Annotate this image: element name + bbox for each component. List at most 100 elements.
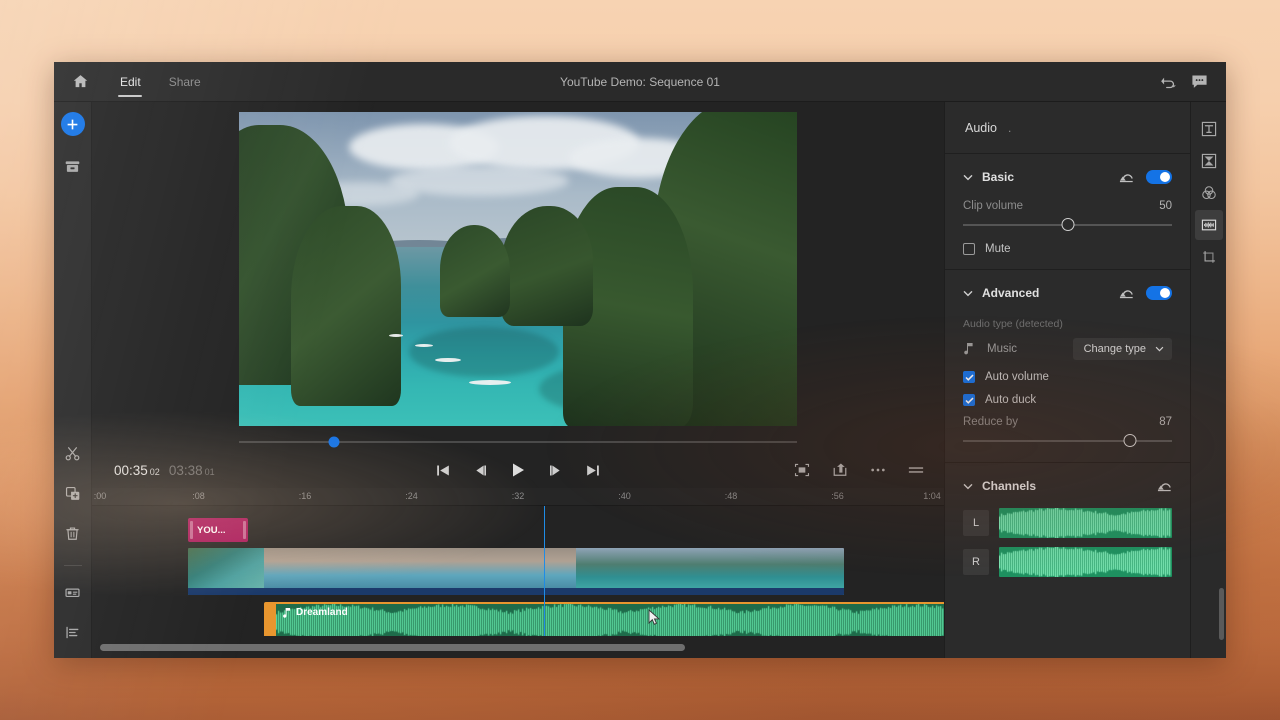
go-to-start-button[interactable] [436, 464, 451, 477]
clip-volume-label: Clip volume [963, 200, 1023, 212]
timeline-scrollbar-thumb[interactable] [100, 644, 685, 651]
channel-left-badge: L [963, 510, 989, 536]
ruler-tick: :00 [94, 491, 107, 501]
advanced-section-header[interactable]: Advanced [945, 280, 1190, 306]
title-bar: Edit Share YouTube Demo: Sequence 01 [54, 62, 1226, 102]
timecode-display: 00:3502 03:3801 [108, 463, 215, 478]
channels-section-header[interactable]: Channels [945, 473, 1190, 499]
clip-volume-slider[interactable] [963, 218, 1172, 232]
scrubber-track[interactable] [239, 441, 797, 443]
add-media-icon[interactable] [61, 112, 85, 136]
video-track-clip[interactable] [188, 548, 844, 595]
tab-edit[interactable]: Edit [106, 62, 155, 102]
mute-label: Mute [985, 243, 1011, 255]
scissors-icon[interactable] [58, 439, 88, 467]
reduce-by-slider[interactable] [963, 434, 1172, 448]
timeline-ruler[interactable]: :00:08:16:24:32:40:48:561:04 [92, 488, 944, 506]
reduce-by-label: Reduce by [963, 416, 1018, 428]
scrubber-handle[interactable] [328, 437, 339, 448]
auto-duck-label: Auto duck [985, 394, 1036, 406]
premiere-rush-window: Edit Share YouTube Demo: Sequence 01 [54, 62, 1226, 658]
change-type-dropdown[interactable]: Change type [1073, 338, 1172, 360]
step-forward-button[interactable] [549, 464, 564, 477]
video-thumbnail [576, 548, 654, 595]
channel-left-row[interactable]: L [945, 508, 1190, 538]
tab-edit-label: Edit [120, 75, 141, 89]
playhead[interactable] [544, 506, 545, 636]
comment-icon[interactable] [1191, 74, 1208, 89]
audio-clip-name: Dreamland [296, 607, 348, 618]
tab-share[interactable]: Share [155, 62, 215, 102]
chevron-down-icon [1155, 346, 1164, 352]
basic-toggle[interactable] [1146, 170, 1172, 184]
chevron-down-icon[interactable] [963, 174, 973, 181]
audio-clip-label-group: Dreamland [282, 607, 348, 618]
mute-row[interactable]: Mute [945, 243, 1190, 255]
timeline-tracks[interactable]: YOU... Dreamland [92, 506, 944, 636]
mute-checkbox[interactable] [963, 243, 975, 255]
auto-duck-row[interactable]: Auto duck [945, 394, 1190, 406]
limestone-cliff [291, 206, 401, 406]
duplicate-icon[interactable] [58, 479, 88, 507]
transport-bar: 00:3502 03:3801 [92, 452, 944, 488]
preview-area [92, 102, 944, 432]
transitions-icon[interactable] [1195, 146, 1223, 176]
align-icon[interactable] [58, 618, 88, 646]
timeline-scrollbar-track[interactable] [100, 644, 936, 651]
ruler-tick: 1:04 [923, 491, 941, 501]
chevron-down-icon[interactable] [963, 483, 973, 490]
channel-right-row[interactable]: R [945, 547, 1190, 577]
auto-volume-row[interactable]: Auto volume [945, 371, 1190, 383]
reset-icon[interactable] [1119, 171, 1134, 183]
panel-subtitle: . [1008, 121, 1011, 135]
video-thumbnail [749, 548, 844, 595]
audio-icon[interactable] [1195, 210, 1223, 240]
more-options-icon[interactable] [870, 467, 886, 473]
reduce-by-track [963, 440, 1172, 442]
step-back-button[interactable] [473, 464, 488, 477]
reset-icon[interactable] [1119, 287, 1134, 299]
clip-volume-handle[interactable] [1061, 218, 1074, 231]
basic-section-actions [1119, 170, 1172, 184]
go-to-end-button[interactable] [586, 464, 601, 477]
ruler-tick: :56 [831, 491, 844, 501]
limestone-cliff [440, 225, 510, 317]
change-type-label: Change type [1084, 343, 1146, 355]
audio-type-value: Music [987, 343, 1017, 355]
ruler-tick: :24 [405, 491, 418, 501]
timeline-scrollbar-zone [92, 636, 944, 658]
color-icon[interactable] [1195, 178, 1223, 208]
advanced-toggle[interactable] [1146, 286, 1172, 300]
home-icon[interactable] [54, 62, 106, 102]
audio-type-row: Music Change type [945, 338, 1190, 360]
auto-duck-checkbox[interactable] [963, 394, 975, 406]
video-thumbnail [654, 548, 749, 595]
video-thumbnail [342, 548, 420, 595]
ruler-tick: :32 [512, 491, 525, 501]
title-clip[interactable]: YOU... [188, 518, 248, 542]
fit-to-screen-icon[interactable] [794, 463, 810, 477]
undo-icon[interactable] [1160, 74, 1177, 89]
advanced-section: Advanced Audio type (detected) Music [945, 270, 1190, 463]
video-thumbnail [498, 548, 576, 595]
play-button[interactable] [510, 462, 527, 478]
current-timecode: 00:3502 [114, 463, 160, 478]
export-icon[interactable] [832, 463, 848, 477]
card-icon[interactable] [58, 578, 88, 606]
clip-volume-row: Clip volume 50 [945, 200, 1190, 212]
audio-clip-trim-handle[interactable] [266, 604, 276, 636]
reset-icon[interactable] [1157, 480, 1172, 492]
trash-icon[interactable] [58, 519, 88, 547]
auto-volume-checkbox[interactable] [963, 371, 975, 383]
project-media-icon[interactable] [58, 152, 88, 180]
transform-icon[interactable] [1195, 242, 1223, 272]
audio-type-hint: Audio type (detected) [945, 318, 1190, 330]
preview-scrubber[interactable] [92, 432, 944, 452]
reduce-by-handle[interactable] [1124, 434, 1137, 447]
title-text-icon[interactable] [1195, 114, 1223, 144]
basic-section-header[interactable]: Basic [945, 164, 1190, 190]
chevron-down-icon[interactable] [963, 290, 973, 297]
video-preview[interactable] [239, 112, 797, 426]
audio-clip[interactable]: Dreamland [264, 602, 944, 636]
player-menu-icon[interactable] [908, 465, 924, 475]
